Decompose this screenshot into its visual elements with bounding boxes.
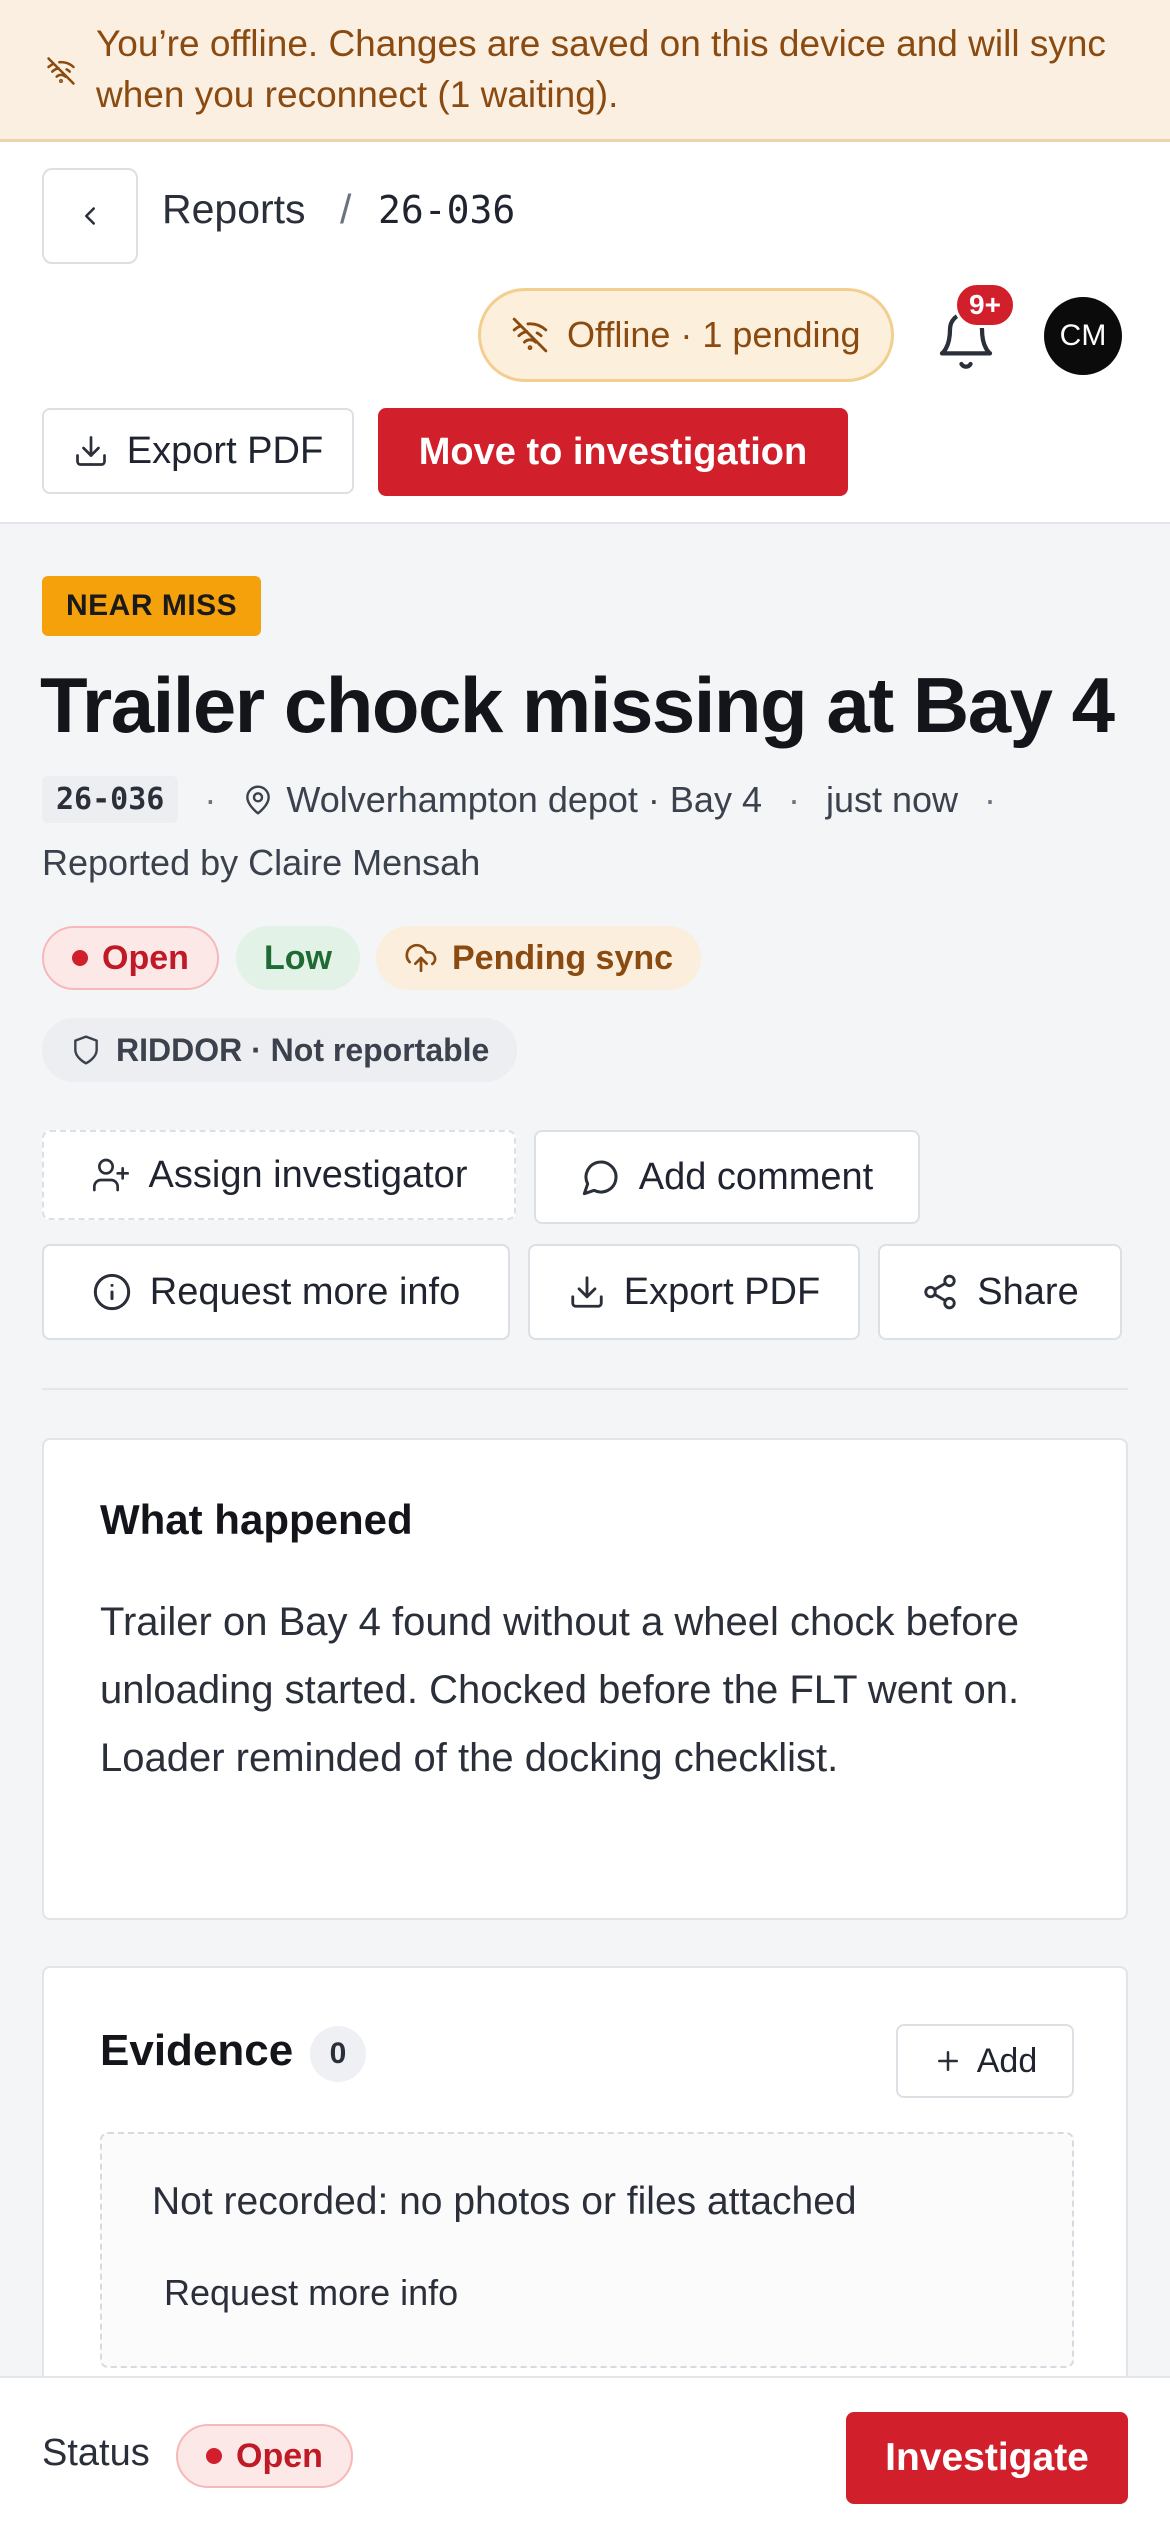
shield-icon bbox=[70, 1034, 102, 1066]
evidence-card: Evidence 0 Add Not recorded: no photos o… bbox=[42, 1966, 1128, 2436]
status-badge-label: Open bbox=[102, 938, 189, 977]
severity-badge-label: Low bbox=[264, 938, 332, 977]
riddor-badge-label: RIDDOR · Not reportable bbox=[116, 1031, 490, 1068]
what-happened-card: What happened Trailer on Bay 4 found wit… bbox=[42, 1438, 1128, 1920]
wifi-off-icon bbox=[511, 316, 549, 354]
offline-status-pill[interactable]: Offline · 1 pending bbox=[478, 288, 894, 382]
back-button[interactable] bbox=[42, 168, 138, 264]
export-pdf-button[interactable]: Export PDF bbox=[528, 1244, 860, 1340]
add-comment-button[interactable]: Add comment bbox=[534, 1130, 920, 1224]
download-icon bbox=[568, 1273, 606, 1311]
incident-type-tag: NEAR MISS bbox=[42, 576, 262, 636]
footer-status-value: Open bbox=[236, 2436, 323, 2475]
wifi-off-icon bbox=[46, 56, 76, 86]
request-more-info-link[interactable]: Request more info bbox=[164, 2272, 458, 2314]
report-location: Wolverhampton depot · Bay 4 bbox=[286, 778, 762, 820]
chevron-left-icon bbox=[75, 201, 105, 231]
reported-by: Reported by Claire Mensah bbox=[42, 842, 481, 883]
evidence-empty-text: Not recorded: no photos or files attache… bbox=[152, 2180, 857, 2223]
what-happened-title: What happened bbox=[100, 1496, 413, 1543]
notification-badge: 9+ bbox=[954, 282, 1016, 328]
share-button[interactable]: Share bbox=[878, 1244, 1122, 1340]
evidence-title: Evidence bbox=[100, 2026, 294, 2075]
sticky-footer: Status Open Investigate bbox=[0, 2376, 1170, 2532]
add-comment-label: Add comment bbox=[638, 1155, 874, 1198]
page-header: Reports / 26-036 Offline · 1 pending 9+ … bbox=[0, 142, 1170, 524]
plus-icon bbox=[933, 2046, 963, 2076]
report-time: just now bbox=[825, 778, 959, 820]
offline-message: You’re offline. Changes are saved on thi… bbox=[96, 23, 1106, 115]
offline-banner: You’re offline. Changes are saved on thi… bbox=[0, 0, 1170, 142]
meta-separator: · bbox=[787, 778, 800, 820]
what-happened-body: Trailer on Bay 4 found without a wheel c… bbox=[100, 1600, 1020, 1780]
footer-status-badge: Open bbox=[176, 2424, 353, 2488]
meta-separator: · bbox=[984, 778, 997, 820]
meta-separator: · bbox=[204, 778, 217, 820]
header-export-pdf-button[interactable]: Export PDF bbox=[42, 408, 354, 494]
status-dot bbox=[206, 2448, 222, 2464]
offline-pill-label: Offline · 1 pending bbox=[567, 314, 861, 355]
evidence-count: 0 bbox=[310, 2026, 366, 2082]
assign-investigator-label: Assign investigator bbox=[148, 1153, 468, 1196]
breadcrumb-separator: / bbox=[340, 186, 352, 232]
investigate-button[interactable]: Investigate bbox=[846, 2412, 1128, 2504]
page-title: Trailer chock missing at Bay 4 bbox=[40, 661, 1115, 749]
section-divider bbox=[42, 1388, 1128, 1390]
request-more-info-label: Request more info bbox=[149, 1270, 461, 1313]
evidence-empty-state: Not recorded: no photos or files attache… bbox=[100, 2132, 1074, 2368]
assign-investigator-button[interactable]: Assign investigator bbox=[42, 1130, 516, 1220]
add-evidence-button[interactable]: Add bbox=[896, 2024, 1074, 2098]
report-id: 26-036 bbox=[42, 776, 179, 823]
user-plus-icon bbox=[91, 1155, 131, 1195]
status-badge: Open bbox=[42, 926, 219, 990]
add-evidence-label: Add bbox=[976, 2041, 1038, 2080]
share-icon bbox=[921, 1273, 959, 1311]
export-pdf-label: Export PDF bbox=[126, 429, 324, 472]
investigate-label: Investigate bbox=[885, 2436, 1089, 2479]
map-pin-icon bbox=[242, 784, 274, 816]
message-circle-icon bbox=[581, 1157, 621, 1197]
share-label: Share bbox=[977, 1270, 1079, 1313]
breadcrumb-current: 26-036 bbox=[378, 188, 516, 232]
footer-status-label: Status bbox=[42, 2432, 150, 2474]
request-more-info-button[interactable]: Request more info bbox=[42, 1244, 510, 1340]
report-meta: 26-036 · Wolverhampton depot · Bay 4 · j… bbox=[42, 776, 1022, 823]
download-icon bbox=[73, 433, 109, 469]
move-to-investigation-label: Move to investigation bbox=[418, 430, 808, 473]
cloud-upload-icon bbox=[404, 941, 438, 975]
sync-badge: Pending sync bbox=[376, 926, 702, 990]
sync-badge-label: Pending sync bbox=[452, 938, 674, 977]
avatar[interactable]: CM bbox=[1044, 297, 1122, 375]
breadcrumb-parent[interactable]: Reports bbox=[162, 186, 306, 233]
severity-badge: Low bbox=[236, 926, 360, 990]
export-pdf-label: Export PDF bbox=[623, 1270, 821, 1313]
riddor-badge: RIDDOR · Not reportable bbox=[42, 1018, 518, 1082]
info-icon bbox=[92, 1272, 132, 1312]
move-to-investigation-button[interactable]: Move to investigation bbox=[378, 408, 848, 496]
status-dot bbox=[72, 950, 88, 966]
